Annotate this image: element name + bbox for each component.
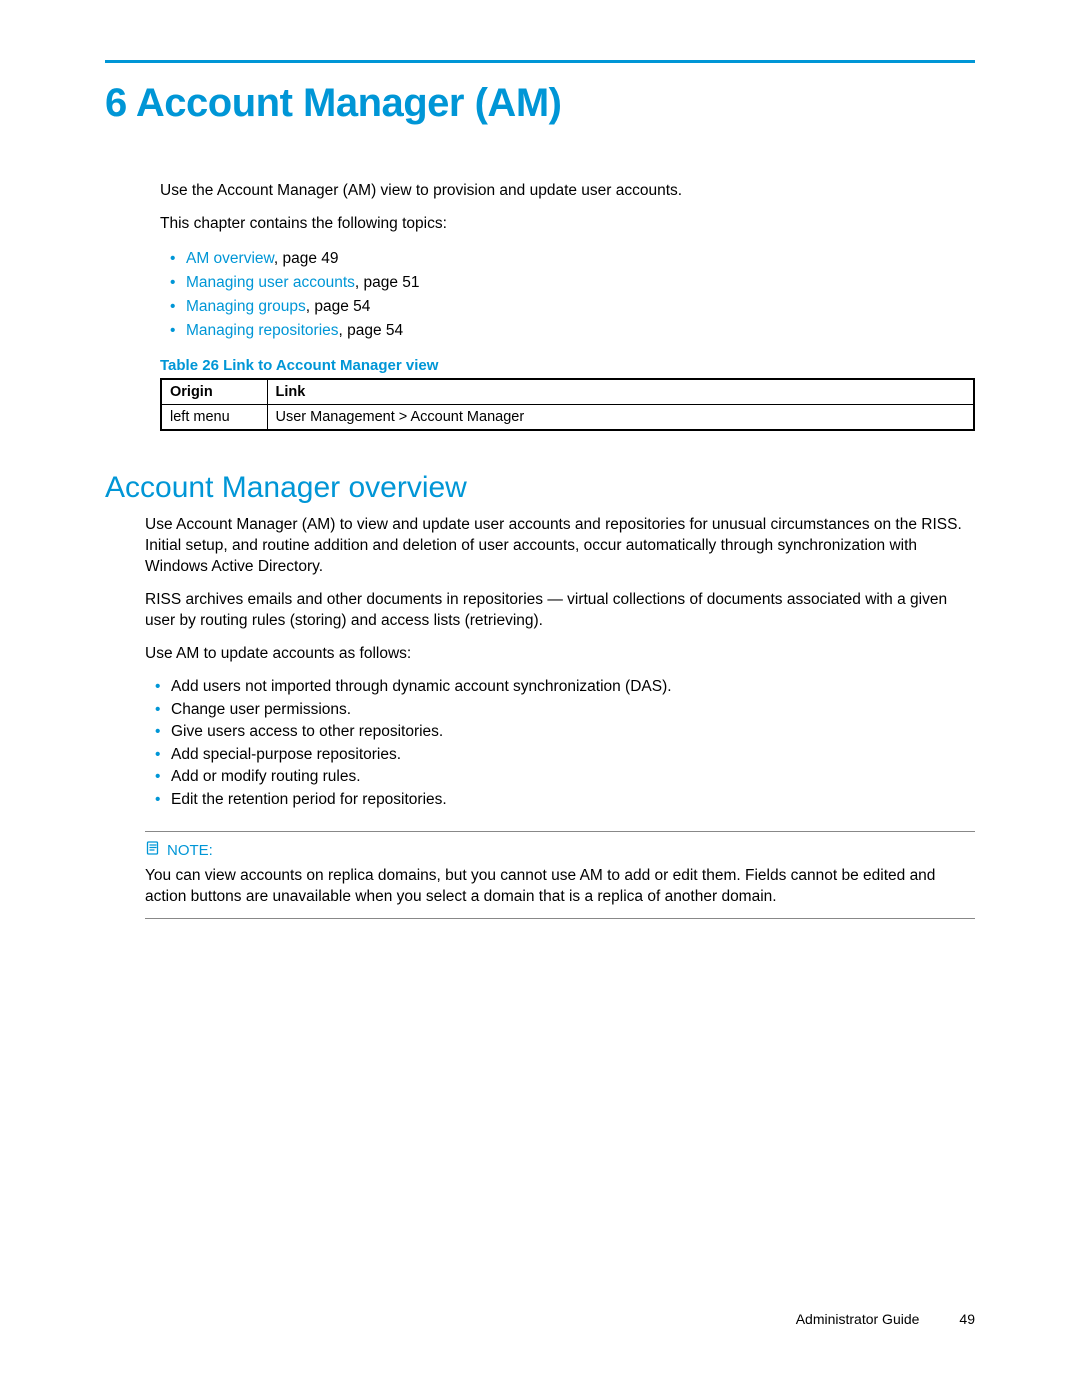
table-cell-link: User Management > Account Manager	[267, 404, 974, 430]
toc-link[interactable]: AM overview	[186, 250, 274, 267]
chapter-title-text: Account Manager (AM)	[136, 81, 562, 125]
toc-page: , page 51	[355, 274, 420, 291]
overview-p2: RISS archives emails and other documents…	[145, 590, 975, 632]
overview-heading: Account Manager overview	[105, 471, 975, 505]
overview-p1: Use Account Manager (AM) to view and upd…	[145, 515, 975, 578]
note-icon	[145, 840, 161, 860]
list-item: Add users not imported through dynamic a…	[155, 676, 975, 698]
table-header-link: Link	[267, 379, 974, 405]
note-block: NOTE: You can view accounts on replica d…	[145, 831, 975, 919]
list-item: Add or modify routing rules.	[155, 766, 975, 788]
toc-item: Managing user accounts, page 51	[170, 271, 975, 295]
table-header-row: Origin Link	[161, 379, 974, 405]
intro-paragraph-2: This chapter contains the following topi…	[160, 214, 975, 235]
intro-block: Use the Account Manager (AM) view to pro…	[160, 181, 975, 431]
chapter-title: 6 Account Manager (AM)	[105, 81, 975, 126]
footer-page-number: 49	[959, 1311, 975, 1327]
table-header-origin: Origin	[161, 379, 267, 405]
footer: Administrator Guide 49	[796, 1311, 975, 1327]
toc-page: , page 54	[306, 298, 371, 315]
toc-link[interactable]: Managing user accounts	[186, 274, 355, 291]
table-row: left menu User Management > Account Mana…	[161, 404, 974, 430]
overview-bullets: Add users not imported through dynamic a…	[155, 676, 975, 811]
toc-link[interactable]: Managing repositories	[186, 322, 339, 339]
toc-item: AM overview, page 49	[170, 247, 975, 271]
chapter-number: 6	[105, 81, 127, 125]
list-item: Add special-purpose repositories.	[155, 744, 975, 766]
footer-guide: Administrator Guide	[796, 1311, 920, 1327]
toc-item: Managing groups, page 54	[170, 295, 975, 319]
note-label: NOTE:	[167, 842, 213, 859]
note-heading: NOTE:	[145, 840, 975, 860]
list-item: Edit the retention period for repositori…	[155, 789, 975, 811]
link-table: Origin Link left menu User Management > …	[160, 378, 975, 431]
overview-body: Use Account Manager (AM) to view and upd…	[105, 515, 975, 919]
table-cell-origin: left menu	[161, 404, 267, 430]
toc-page: , page 49	[274, 250, 339, 267]
list-item: Change user permissions.	[155, 699, 975, 721]
toc-link[interactable]: Managing groups	[186, 298, 306, 315]
top-rule	[105, 60, 975, 63]
table-caption: Table 26 Link to Account Manager view	[160, 357, 975, 374]
overview-p3: Use AM to update accounts as follows:	[145, 644, 975, 665]
note-body: You can view accounts on replica domains…	[145, 866, 975, 908]
toc-item: Managing repositories, page 54	[170, 319, 975, 343]
intro-paragraph-1: Use the Account Manager (AM) view to pro…	[160, 181, 975, 202]
list-item: Give users access to other repositories.	[155, 721, 975, 743]
toc-list: AM overview, page 49 Managing user accou…	[170, 247, 975, 343]
page: 6 Account Manager (AM) Use the Account M…	[0, 0, 1080, 979]
toc-page: , page 54	[339, 322, 404, 339]
